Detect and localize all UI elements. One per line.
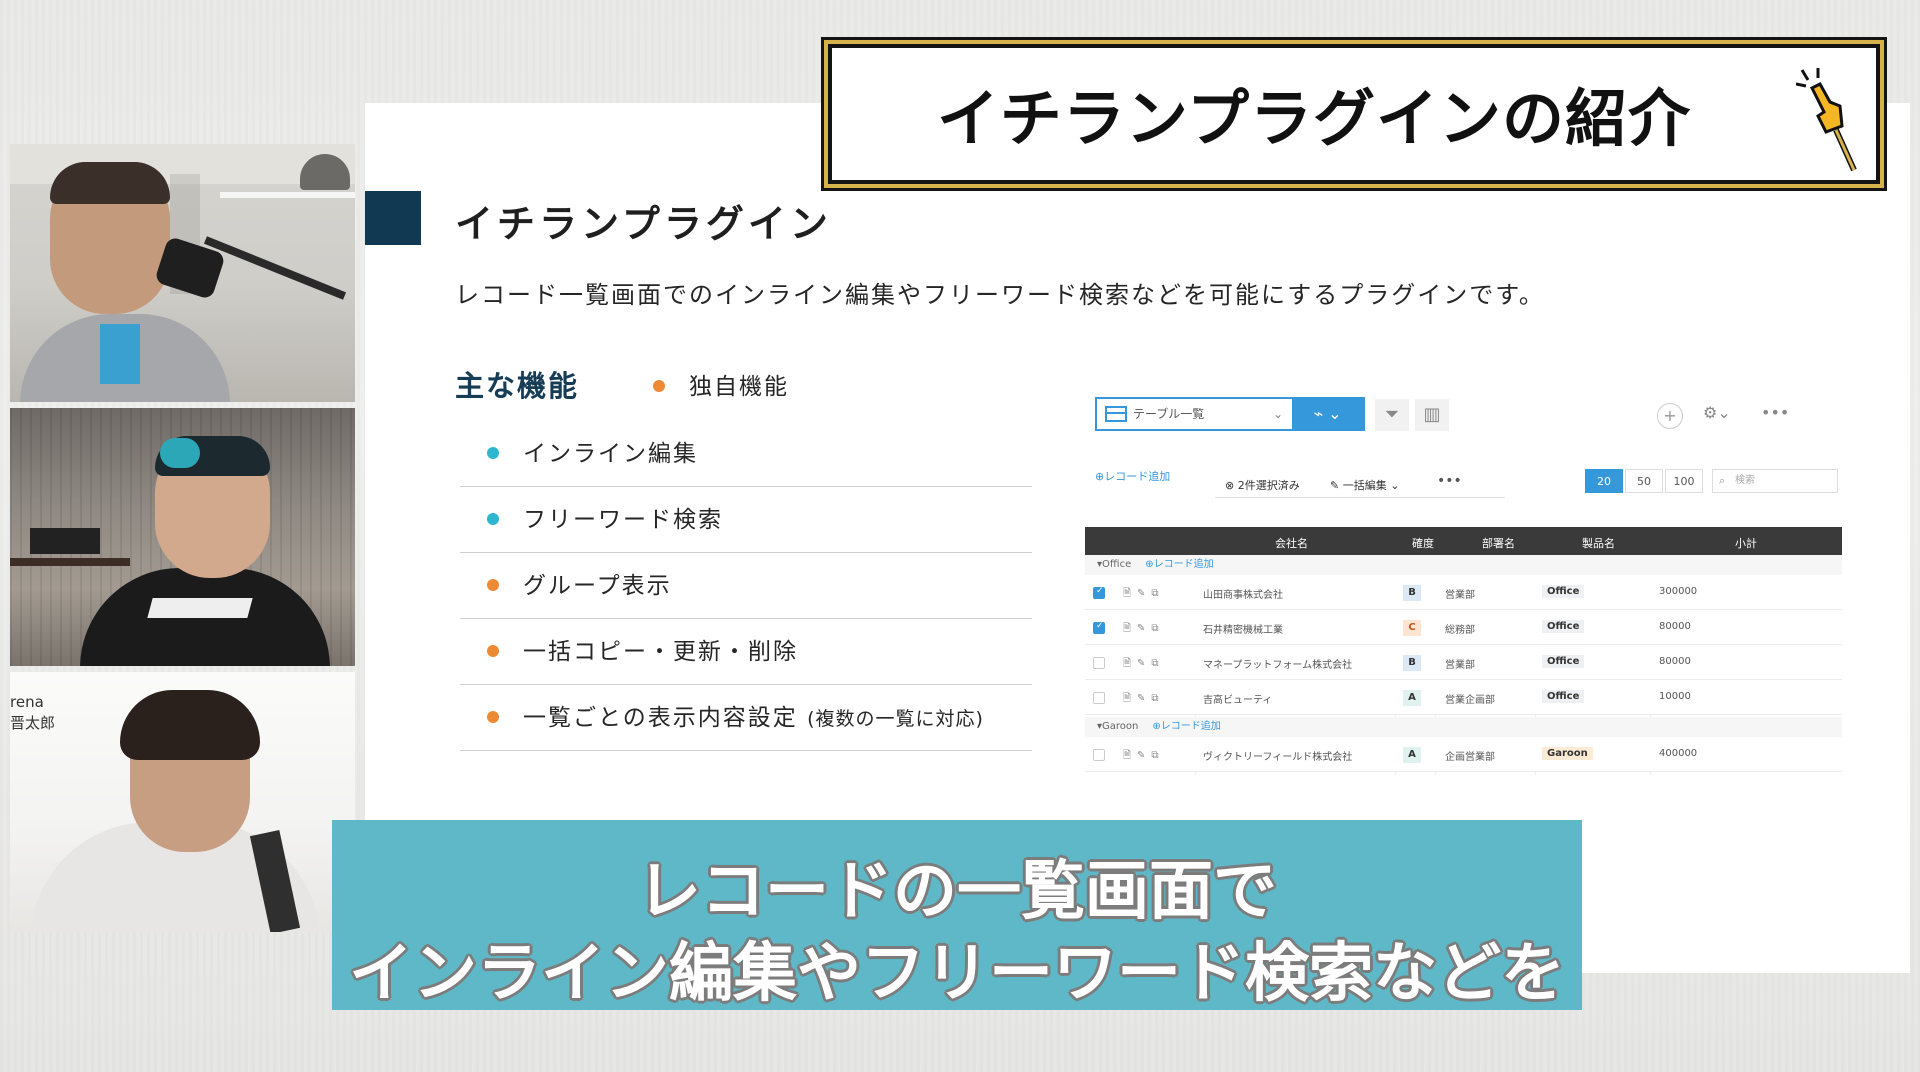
- cell-product[interactable]: Office: [1542, 585, 1585, 598]
- cell-dept[interactable]: 企画営業部: [1445, 748, 1495, 763]
- cell-subtotal[interactable]: 10000: [1659, 691, 1691, 702]
- table-header: 会社名 確度 部署名 製品名 小計: [1085, 527, 1842, 555]
- search-icon: ⌕: [1719, 474, 1726, 487]
- feature-list: インライン編集 フリーワード検索 グループ表示 一括コピー・更新・削除 一覧ごと…: [460, 421, 1032, 751]
- selection-underline: [1215, 497, 1505, 498]
- cell-company[interactable]: マネープラットフォーム株式会社: [1203, 656, 1352, 671]
- features-heading: 主な機能: [455, 369, 580, 403]
- cell-company[interactable]: 石井精密機械工業: [1203, 621, 1283, 636]
- cell-product[interactable]: Office: [1542, 690, 1585, 703]
- view-selector[interactable]: テーブル一覧 ⌄ ⌁ ⌄: [1095, 397, 1365, 431]
- banner-title: イチランプラグインの紹介: [936, 82, 1692, 155]
- cell-company[interactable]: 山田商事株式会社: [1203, 586, 1283, 601]
- feature-item-group-display: グループ表示: [460, 553, 1032, 619]
- bar-chart-icon[interactable]: ▥: [1415, 399, 1449, 431]
- filter-icon[interactable]: ⏷: [1375, 399, 1409, 431]
- row-checkbox[interactable]: [1093, 586, 1105, 599]
- view-dropdown[interactable]: テーブル一覧 ⌄: [1097, 399, 1292, 429]
- row-checkbox[interactable]: [1093, 657, 1105, 669]
- page-size-selector: 20 50 100: [1585, 469, 1705, 493]
- column-header-company[interactable]: 会社名: [1275, 535, 1308, 551]
- caption-line-2: インライン編集やフリーワード検索などを: [349, 937, 1565, 1011]
- chevron-down-icon: ⌄: [1273, 407, 1284, 421]
- cell-dept[interactable]: 総務部: [1445, 621, 1475, 636]
- teal-bullet-icon: [487, 512, 499, 525]
- group-header-garoon[interactable]: ▾Garoon ⊕レコード追加: [1085, 717, 1842, 737]
- title-accent-bar: [365, 191, 421, 245]
- orange-bullet-icon: [487, 578, 499, 591]
- cell-dept[interactable]: 営業企画部: [1445, 691, 1495, 706]
- participant-name-label: rena 晋太郎: [10, 693, 56, 732]
- orange-bullet-icon: [487, 710, 499, 723]
- row-action-icons[interactable]: 🗎✎⧉: [1123, 748, 1165, 765]
- page-size-20[interactable]: 20: [1585, 469, 1623, 493]
- feature-item-inline-edit: インライン編集: [460, 421, 1032, 487]
- cell-product[interactable]: Garoon: [1542, 747, 1593, 760]
- participant-video-2: [10, 408, 355, 666]
- group-add-record-link[interactable]: ⊕レコード追加: [1145, 559, 1213, 570]
- table-row[interactable]: 🗎✎⧉ 山田商事株式会社 B 営業部 Office 300000: [1085, 575, 1842, 610]
- cell-dept[interactable]: 営業部: [1445, 586, 1475, 601]
- cell-company[interactable]: 吉高ビューティ: [1203, 691, 1272, 706]
- more-icon[interactable]: •••: [1761, 403, 1789, 422]
- feature-item-freeword-search: フリーワード検索: [460, 487, 1032, 553]
- cell-rank[interactable]: B: [1403, 655, 1421, 671]
- table-row[interactable]: 🗎✎⧉ ヴィクトリーフィールド株式会社 A 企画営業部 Garoon 40000…: [1085, 737, 1842, 772]
- gear-icon[interactable]: ⚙⌄: [1703, 403, 1731, 422]
- table-row[interactable]: 🗎✎⧉ 石井精密機械工業 C 総務部 Office 80000: [1085, 610, 1842, 645]
- caption-line-1: レコードの一覧画面で: [637, 855, 1277, 929]
- page-size-50[interactable]: 50: [1625, 469, 1663, 493]
- participant-video-3: rena 晋太郎: [10, 672, 355, 932]
- selection-count: ⊗ 2件選択済み: [1225, 479, 1300, 492]
- table-view-icon: [1105, 406, 1127, 422]
- add-icon[interactable]: +: [1657, 403, 1683, 429]
- feature-item-view-settings: 一覧ごとの表示内容設定 (複数の一覧に対応): [460, 685, 1032, 751]
- graph-view-button[interactable]: ⌁ ⌄: [1292, 399, 1363, 429]
- teal-bullet-icon: [487, 446, 499, 459]
- row-action-icons[interactable]: 🗎✎⧉: [1123, 691, 1165, 708]
- column-header-rank[interactable]: 確度: [1412, 535, 1434, 551]
- orange-bullet-icon: [487, 644, 499, 657]
- table-row[interactable]: 🗎✎⧉ 吉高ビューティ A 営業企画部 Office 10000: [1085, 680, 1842, 715]
- more-actions-icon[interactable]: •••: [1437, 473, 1462, 489]
- slide-description: レコード一覧画面でのインライン編集やフリーワード検索などを可能にするプラグインで…: [455, 281, 1545, 309]
- row-action-icons[interactable]: 🗎✎⧉: [1123, 621, 1165, 638]
- cell-product[interactable]: Office: [1542, 655, 1585, 668]
- cell-rank[interactable]: A: [1403, 690, 1421, 706]
- page-size-100[interactable]: 100: [1665, 469, 1703, 493]
- row-action-icons[interactable]: 🗎✎⧉: [1123, 656, 1165, 673]
- bulk-edit-button[interactable]: ✎ 一括編集 ⌄: [1330, 477, 1399, 493]
- orange-bullet-icon: [653, 379, 665, 392]
- participant-video-1: [10, 144, 355, 402]
- cell-rank[interactable]: A: [1403, 747, 1421, 763]
- cell-subtotal[interactable]: 400000: [1659, 748, 1697, 759]
- row-action-icons[interactable]: 🗎✎⧉: [1123, 586, 1165, 603]
- row-checkbox[interactable]: [1093, 621, 1105, 634]
- cell-subtotal[interactable]: 300000: [1659, 586, 1697, 597]
- slide-title: イチランプラグイン: [455, 202, 832, 246]
- pointing-hand-icon: [1796, 68, 1857, 172]
- cell-company[interactable]: ヴィクトリーフィールド株式会社: [1203, 748, 1352, 763]
- row-checkbox[interactable]: [1093, 749, 1105, 761]
- cell-product[interactable]: Office: [1542, 620, 1585, 633]
- subtitle-caption: レコードの一覧画面で インライン編集やフリーワード検索などを: [332, 820, 1582, 1011]
- column-header-subtotal[interactable]: 小計: [1735, 535, 1757, 551]
- cell-subtotal[interactable]: 80000: [1659, 621, 1691, 632]
- cell-rank[interactable]: C: [1403, 620, 1421, 636]
- unique-feature-legend: 独自機能: [653, 367, 789, 401]
- app-screenshot: テーブル一覧 ⌄ ⌁ ⌄ ⏷ ▥ + ⚙⌄ ••• ⊕レコード追加 ⊗ 2件選択…: [1085, 385, 1850, 780]
- group-header-office[interactable]: ▾Office ⊕レコード追加: [1085, 555, 1842, 575]
- group-add-record-link[interactable]: ⊕レコード追加: [1152, 721, 1220, 732]
- cell-subtotal[interactable]: 80000: [1659, 656, 1691, 667]
- row-checkbox[interactable]: [1093, 692, 1105, 704]
- column-header-product[interactable]: 製品名: [1582, 535, 1615, 551]
- table-row[interactable]: 🗎✎⧉ マネープラットフォーム株式会社 B 営業部 Office 80000: [1085, 645, 1842, 680]
- search-input[interactable]: ⌕ 検索: [1712, 469, 1838, 493]
- column-header-dept[interactable]: 部署名: [1482, 535, 1515, 551]
- feature-item-bulk-operations: 一括コピー・更新・削除: [460, 619, 1032, 685]
- topic-banner: イチランプラグインの紹介: [828, 44, 1880, 184]
- add-record-link[interactable]: ⊕レコード追加: [1095, 468, 1170, 484]
- cell-dept[interactable]: 営業部: [1445, 656, 1475, 671]
- cell-rank[interactable]: B: [1403, 585, 1421, 601]
